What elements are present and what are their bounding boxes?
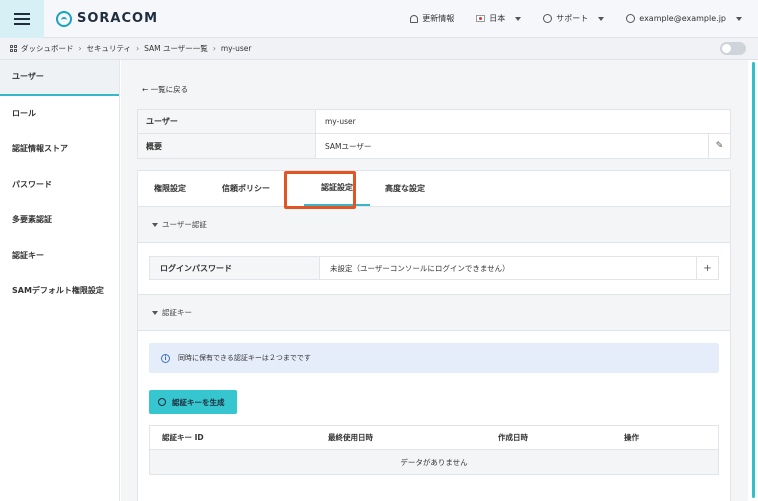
add-password-icon[interactable]: + <box>696 257 718 279</box>
chevron-right-icon: › <box>212 44 216 53</box>
auth-keys-table: 認証キー ID 最終使用日時 作成日時 操作 データがありません <box>149 425 719 475</box>
tab-bar: 権限設定 信頼ポリシー 認証設定 高度な設定 <box>138 170 730 209</box>
user-auth-section-header[interactable]: ユーザー認証 <box>138 207 730 243</box>
sidebar-item-label: ユーザー <box>12 72 44 82</box>
support-label: サポート <box>556 14 589 23</box>
breadcrumb: ダッシュボード › セキュリティ › SAM ユーザー一覧 › my-user <box>0 38 758 60</box>
login-password-key: ログインパスワード <box>150 257 320 279</box>
breadcrumb-dashboard[interactable]: ダッシュボード <box>21 43 74 54</box>
auth-keys-section: i 同時に保有できる認証キーは２つまでです 認証キーを生成 認証キー ID 最終… <box>138 331 730 475</box>
column-actions: 操作 <box>624 433 639 442</box>
logo[interactable]: SORACOM <box>56 10 159 27</box>
login-password-value: 未設定（ユーザーコンソールにログインできません） <box>330 263 510 273</box>
sidebar-item-mfa[interactable]: 多要素認証 <box>0 202 119 238</box>
user-key: ユーザー <box>138 110 316 133</box>
notice-text: 同時に保有できる認証キーは２つまでです <box>178 354 311 362</box>
info-icon: i <box>161 353 170 363</box>
sidebar-item-sam-default-permissions[interactable]: SAMデフォルト権限設定 <box>0 273 119 309</box>
column-last-used: 最終使用日時 <box>328 433 373 442</box>
tab-panel: 権限設定 信頼ポリシー 認証設定 高度な設定 ユーザー認証 ログインパスワード … <box>137 170 731 501</box>
user-value: my-user <box>325 117 356 126</box>
sidebar-item-users[interactable]: ユーザー <box>0 60 119 96</box>
sidebar-item-label: ロール <box>12 108 36 118</box>
dashboard-icon <box>10 45 17 52</box>
bell-icon <box>410 14 419 23</box>
column-created: 作成日時 <box>498 433 528 442</box>
description-key: 概要 <box>138 134 316 158</box>
chevron-down-icon <box>736 16 742 21</box>
description-row: 概要 SAMユーザー ✎ <box>138 134 730 158</box>
login-password-row: ログインパスワード 未設定（ユーザーコンソールにログインできません） + <box>149 256 719 280</box>
sidebar-item-label: SAMデフォルト権限設定 <box>12 286 104 296</box>
main-content: ← 一覧に戻る ユーザー my-user 概要 SAMユーザー ✎ 権限設定 信… <box>121 60 748 501</box>
logo-text: SORACOM <box>77 11 159 26</box>
language-label: 日本 <box>489 14 506 23</box>
user-icon <box>626 14 636 23</box>
section-title: 認証キー <box>162 308 192 317</box>
generate-auth-key-button[interactable]: 認証キーを生成 <box>149 390 237 414</box>
scrollbar[interactable] <box>752 62 755 498</box>
breadcrumb-current: my-user <box>220 44 252 53</box>
account-label: example@example.jp <box>639 14 726 23</box>
back-to-list-link[interactable]: ← 一覧に戻る <box>142 84 188 95</box>
key-icon <box>158 398 166 406</box>
auth-keys-notice: i 同時に保有できる認証キーは２つまでです <box>149 343 719 373</box>
updates-label: 更新情報 <box>422 14 455 23</box>
generate-auth-key-label: 認証キーを生成 <box>172 397 225 407</box>
chevron-down-icon <box>598 16 605 21</box>
globe-icon <box>543 14 553 23</box>
support-menu[interactable]: サポート <box>543 13 605 24</box>
menu-icon[interactable] <box>0 0 44 38</box>
caret-down-icon <box>152 222 158 227</box>
description-value: SAMユーザー <box>325 141 372 151</box>
user-auth-section: ログインパスワード 未設定（ユーザーコンソールにログインできません） + <box>138 243 730 295</box>
sidebar-item-roles[interactable]: ロール <box>0 96 119 132</box>
sidebar-item-label: 多要素認証 <box>12 215 52 225</box>
language-select[interactable]: 日本 <box>476 13 522 24</box>
japan-flag-icon <box>476 15 486 22</box>
user-info-table: ユーザー my-user 概要 SAMユーザー ✎ <box>137 109 731 159</box>
sidebar-item-label: パスワード <box>12 179 52 189</box>
user-row: ユーザー my-user <box>138 110 730 134</box>
updates-link[interactable]: 更新情報 <box>410 13 454 24</box>
theme-toggle[interactable] <box>720 42 746 55</box>
sidebar-item-auth-keys[interactable]: 認証キー <box>0 238 119 274</box>
tab-advanced-settings[interactable]: 高度な設定 <box>370 170 440 206</box>
tab-highlight-box <box>284 171 356 209</box>
auth-keys-table-header: 認証キー ID 最終使用日時 作成日時 操作 <box>150 426 718 450</box>
caret-down-icon <box>152 310 158 315</box>
chevron-right-icon: › <box>136 44 140 53</box>
sidebar-item-credentials[interactable]: 認証情報ストア <box>0 131 119 167</box>
auth-keys-section-header[interactable]: 認証キー <box>138 295 730 331</box>
section-title: ユーザー認証 <box>162 220 207 229</box>
chevron-down-icon <box>515 16 522 21</box>
sidebar-item-label: 認証情報ストア <box>12 144 68 154</box>
breadcrumb-sam-users[interactable]: SAM ユーザー一覧 <box>144 43 208 54</box>
chevron-right-icon: › <box>78 44 82 53</box>
top-header: SORACOM 更新情報 日本 サポート example@example.jp <box>0 0 758 38</box>
account-menu[interactable]: example@example.jp <box>626 14 742 23</box>
sidebar-item-password[interactable]: パスワード <box>0 167 119 203</box>
tab-permissions[interactable]: 権限設定 <box>154 170 222 206</box>
soracom-logo-icon <box>56 10 72 27</box>
sidebar-item-label: 認証キー <box>12 250 44 260</box>
sidebar: ユーザー ロール 認証情報ストア パスワード 多要素認証 認証キー SAMデフォ… <box>0 60 120 501</box>
column-key-id: 認証キー ID <box>162 433 204 442</box>
edit-pencil-icon[interactable]: ✎ <box>708 134 730 158</box>
top-nav: 更新情報 日本 サポート example@example.jp <box>410 13 758 24</box>
breadcrumb-security[interactable]: セキュリティ <box>87 43 132 54</box>
auth-keys-empty-row: データがありません <box>150 450 718 474</box>
